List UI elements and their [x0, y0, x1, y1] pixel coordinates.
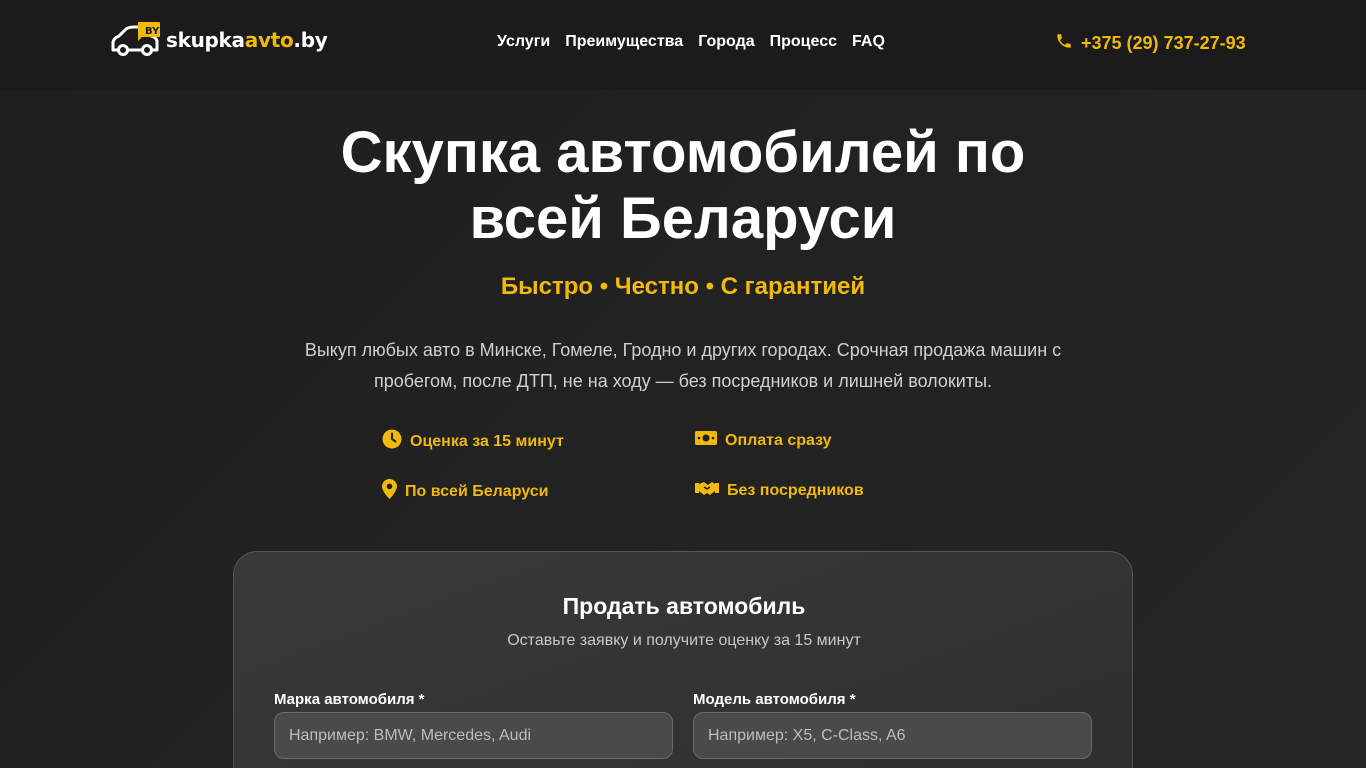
- hero-description: Выкуп любых авто в Минске, Гомеле, Гродн…: [304, 340, 1062, 391]
- hero-subtitle: Быстро • Честно • С гарантией: [500, 273, 866, 300]
- brand-label: Марка автомобиля *: [274, 691, 425, 708]
- phone-icon: [1055, 32, 1073, 55]
- car-logo-icon: BY: [110, 20, 163, 56]
- brand-input[interactable]: [274, 712, 673, 759]
- feature-evaluation: Оценка за 15 минут: [382, 429, 564, 454]
- main-nav: Услуги Преимущества Города Процесс FAQ: [497, 33, 885, 51]
- location-pin-icon: [382, 479, 397, 504]
- logo-badge: BY: [145, 26, 160, 37]
- hero-title: Скупка автомобилей по всей Беларуси: [340, 120, 1026, 251]
- nav-services[interactable]: Услуги: [497, 33, 550, 51]
- nav-faq[interactable]: FAQ: [852, 33, 885, 51]
- nav-process[interactable]: Процесс: [770, 33, 837, 51]
- logo[interactable]: BY skupkaavto.by: [110, 18, 328, 58]
- form-subtitle: Оставьте заявку и получите оценку за 15 …: [507, 632, 861, 649]
- phone-link[interactable]: +375 (29) 737-27-93: [1055, 32, 1246, 55]
- clock-icon: [382, 429, 402, 454]
- model-label: Модель автомобиля *: [693, 691, 856, 708]
- feature-coverage: По всей Беларуси: [382, 479, 549, 504]
- feature-payment: Оплата сразу: [695, 429, 832, 452]
- sell-car-form-card: Продать автомобиль Оставьте заявку и пол…: [233, 551, 1133, 768]
- model-input[interactable]: [693, 712, 1092, 759]
- handshake-icon: [695, 479, 719, 502]
- feature-no-middlemen: Без посредников: [695, 479, 864, 502]
- nav-cities[interactable]: Города: [698, 33, 754, 51]
- site-header: BY skupkaavto.by Услуги Преимущества Гор…: [0, 0, 1366, 90]
- phone-number: +375 (29) 737-27-93: [1081, 33, 1246, 53]
- nav-advantages[interactable]: Преимущества: [565, 33, 683, 51]
- logo-text: skupkaavto.by: [166, 28, 328, 52]
- money-icon: [695, 429, 717, 452]
- form-title: Продать автомобиль: [562, 593, 806, 619]
